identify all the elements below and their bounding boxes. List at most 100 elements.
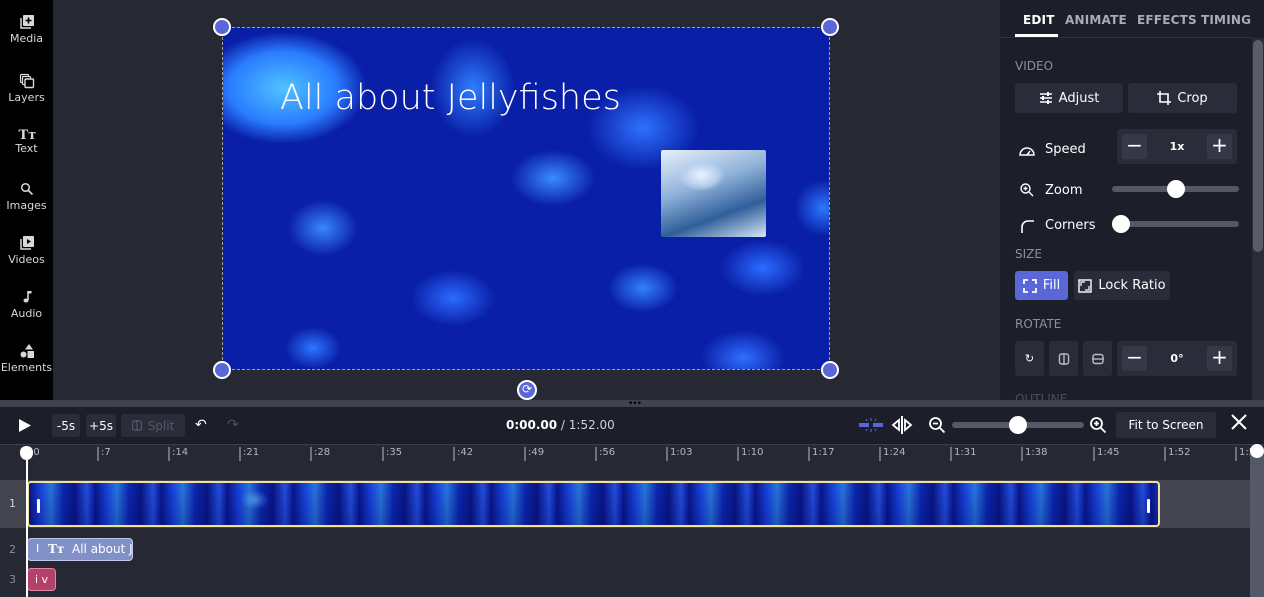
resize-handle-bottom-left[interactable] (213, 361, 231, 379)
split-at-playhead-icon[interactable] (891, 415, 913, 435)
timeline-ruler[interactable]: :0:7:14:21:28:35:42:49:56 1:03 1:10 1:17 1:2… (0, 444, 1264, 480)
trim-handle-right[interactable] (1147, 499, 1150, 513)
ruler-tick-label: :42 (457, 447, 474, 458)
ruler-tick-label: :21 (243, 447, 260, 458)
panel-scrollbar-thumb[interactable] (1253, 40, 1263, 252)
lock-ratio-button[interactable]: Lock Ratio (1074, 271, 1170, 300)
sidebar-item-elements[interactable]: Elements (0, 343, 53, 374)
sidebar-item-layers[interactable]: Layers (0, 73, 53, 104)
shapes-icon (20, 344, 34, 358)
timeline-scrollbar[interactable] (1250, 452, 1264, 597)
timeline-zoom-slider[interactable] (952, 416, 1084, 434)
sidebar-item-label: Text (15, 142, 38, 155)
speedometer-icon (1019, 147, 1035, 156)
trim-handle-left[interactable]: I (36, 542, 39, 555)
rotation-increase-button[interactable]: + (1207, 346, 1232, 371)
layers-icon (19, 73, 34, 89)
zoom-out-icon[interactable] (928, 416, 946, 434)
timeline-scroll-thumb[interactable] (1250, 444, 1264, 458)
speed-decrease-button[interactable]: − (1122, 134, 1147, 159)
ruler-tick-label: 1:03 (670, 447, 693, 458)
tab-timing[interactable]: TIMING (1201, 13, 1251, 27)
properties-panel: EDIT ANIMATE EFFECTS TIMING VIDEO Adjust… (1000, 0, 1264, 400)
text-clip[interactable]: I Tт All about J (27, 538, 133, 561)
zoom-in-icon[interactable] (1089, 416, 1107, 434)
playhead-handle[interactable] (20, 446, 33, 460)
flip-vertical-icon (1091, 353, 1104, 364)
tab-edit[interactable]: EDIT (1023, 13, 1055, 27)
video-icon (19, 236, 34, 250)
split-icon (131, 420, 142, 431)
zoom-slider[interactable] (1112, 180, 1239, 198)
playhead-line (26, 452, 28, 597)
section-label-video: VIDEO (1015, 59, 1054, 73)
wave-sticker[interactable] (661, 150, 766, 237)
lock-ratio-label: Lock Ratio (1098, 278, 1166, 293)
canvas-stage: All about Jellyfishes ⟳ (53, 0, 1000, 400)
video-canvas[interactable]: All about Jellyfishes (222, 27, 830, 370)
aspect-ratio-icon (1078, 278, 1093, 293)
sidebar-item-label: Images (6, 199, 47, 212)
zoom-slider-knob[interactable] (1166, 180, 1185, 198)
rotate-handle[interactable]: ⟳ (517, 380, 537, 400)
timeline-tracks: 1 2 3 I Tт All about J i v (0, 480, 1250, 597)
speed-increase-button[interactable]: + (1207, 134, 1232, 159)
ruler-tick (1235, 447, 1237, 461)
ruler-tick-label: 1:24 (883, 447, 906, 458)
ruler-tick (950, 447, 952, 461)
flip-vertical-button[interactable] (1083, 341, 1112, 376)
tab-effects[interactable]: EFFECTS (1137, 13, 1197, 27)
sidebar-item-videos[interactable]: Videos (0, 235, 53, 266)
ruler-tick (737, 447, 739, 461)
split-label: Split (147, 418, 175, 433)
fill-label: Fill (1042, 278, 1061, 293)
video-clip[interactable] (27, 481, 1160, 527)
element-clip[interactable]: i v (27, 568, 56, 591)
flip-horizontal-button[interactable] (1049, 341, 1078, 376)
forward-5s-button[interactable]: +5s (86, 414, 116, 437)
sidebar-item-audio[interactable]: Audio (0, 289, 53, 320)
back-5s-button[interactable]: -5s (52, 414, 80, 437)
close-icon[interactable] (1231, 414, 1247, 430)
ruler-tick (666, 447, 668, 461)
tab-animate[interactable]: ANIMATE (1065, 13, 1127, 27)
fit-to-screen-button[interactable]: Fit to Screen (1116, 412, 1216, 438)
ruler-tick-label: 1:45 (1097, 447, 1120, 458)
zoom-in-icon (1020, 183, 1034, 197)
rotate-icon: ⟳ (521, 382, 533, 396)
speed-label: Speed (1045, 142, 1086, 157)
resize-handle-bottom-right[interactable] (821, 361, 839, 379)
redo-icon[interactable]: ↷ (227, 417, 239, 433)
canvas-title-text[interactable]: All about Jellyfishes (280, 78, 621, 118)
split-button[interactable]: Split (121, 414, 185, 437)
corners-slider[interactable] (1112, 215, 1239, 233)
ruler-tick (524, 447, 526, 461)
ruler-tick-label: :7 (101, 447, 111, 458)
speed-value: 1x (1169, 140, 1185, 153)
rotate-button[interactable]: ↻ (1015, 341, 1044, 376)
play-icon[interactable] (18, 418, 32, 433)
sidebar-item-images[interactable]: Images (0, 181, 53, 212)
ruler-tick (595, 447, 597, 461)
snap-icon[interactable] (858, 417, 884, 433)
adjust-button[interactable]: Adjust (1015, 83, 1123, 113)
resize-handle-top-right[interactable] (821, 18, 839, 36)
ruler-tick-label: :56 (599, 447, 616, 458)
media-add-icon (19, 15, 34, 29)
sidebar-item-text[interactable]: Tт Text (0, 128, 53, 155)
fill-button[interactable]: Fill (1015, 271, 1068, 300)
ruler-tick (453, 447, 455, 461)
panel-scrollbar[interactable] (1252, 38, 1264, 400)
trim-handle-left[interactable] (37, 499, 40, 513)
rotation-decrease-button[interactable]: − (1122, 346, 1147, 371)
corners-slider-knob[interactable] (1112, 215, 1130, 233)
panel-tabs: EDIT ANIMATE EFFECTS TIMING (1000, 0, 1252, 38)
timeline-zoom-knob[interactable] (1009, 416, 1027, 434)
zoom-label: Zoom (1045, 183, 1083, 198)
ruler-tick-label: 1:17 (812, 447, 835, 458)
resize-handle-top-left[interactable] (213, 18, 231, 36)
sidebar-item-media[interactable]: Media (0, 14, 53, 45)
undo-icon[interactable]: ↶ (195, 417, 207, 433)
crop-button[interactable]: Crop (1128, 83, 1237, 113)
timeline-resize-handle[interactable]: ••• (0, 400, 1264, 409)
